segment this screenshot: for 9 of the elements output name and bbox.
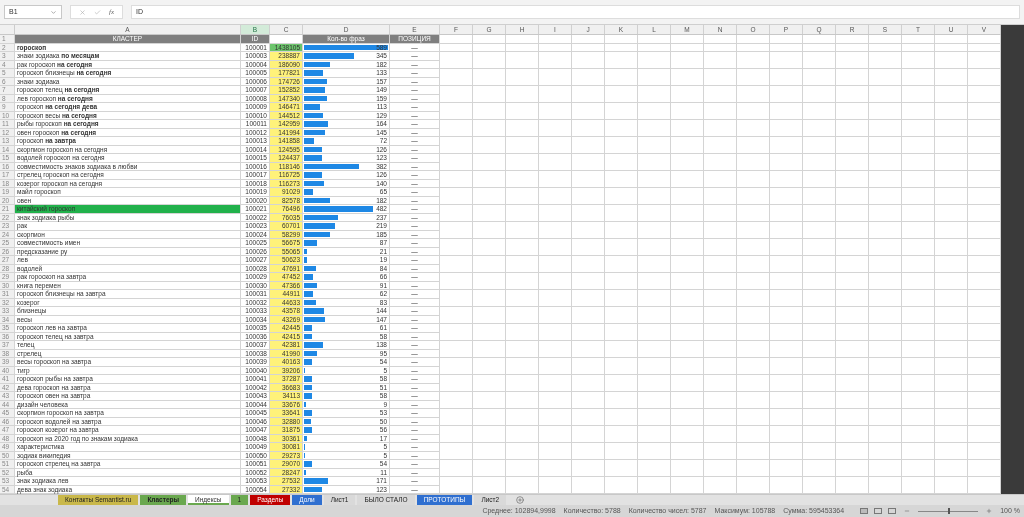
add-sheet-icon[interactable] — [516, 496, 525, 504]
page-break-icon[interactable] — [888, 508, 897, 514]
cancel-icon[interactable] — [79, 8, 86, 16]
page-layout-icon[interactable] — [874, 508, 883, 514]
zoom-in-icon[interactable] — [986, 508, 993, 514]
zoom-slider[interactable] — [918, 508, 979, 514]
zoom-thumb[interactable] — [948, 508, 951, 514]
normal-view-icon[interactable] — [860, 508, 869, 514]
dropdown-caret-icon — [50, 8, 57, 16]
